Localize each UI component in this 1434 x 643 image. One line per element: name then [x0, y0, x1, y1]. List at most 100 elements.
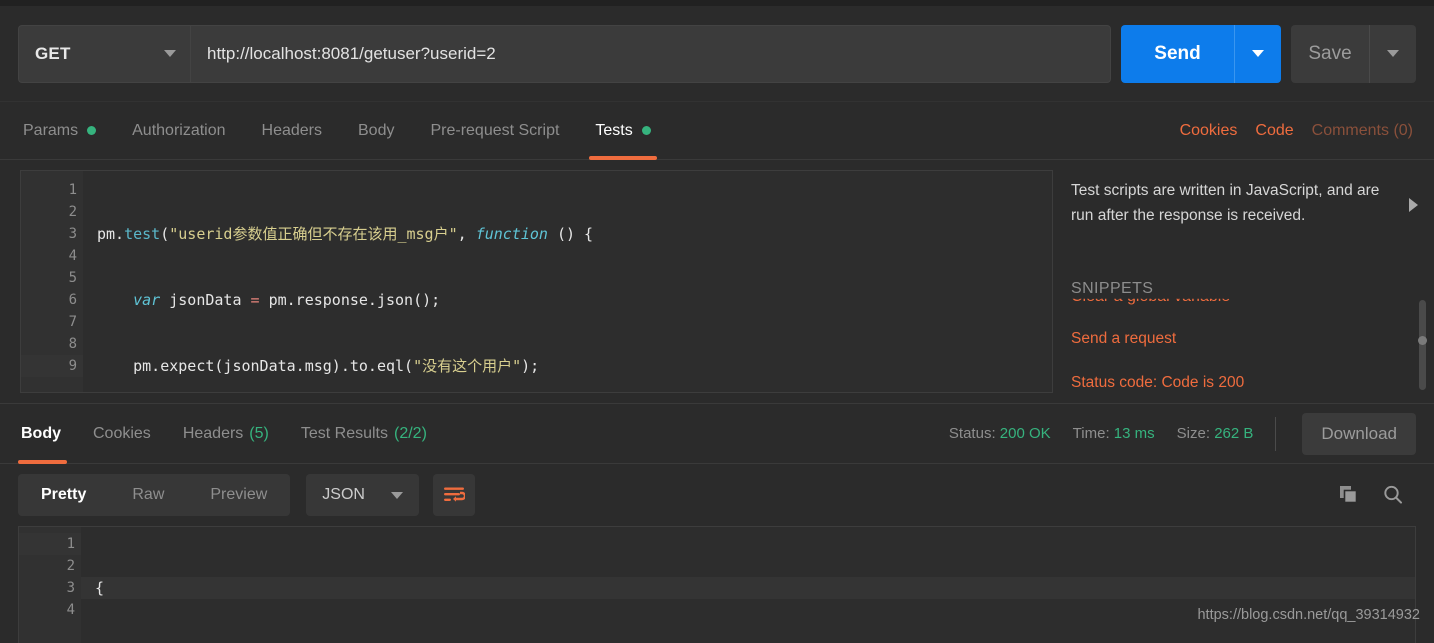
code-line: {	[81, 577, 1415, 599]
tab-pre-request-script[interactable]: Pre-request Script	[412, 102, 577, 159]
tests-editor-gutter: 1 2 3 4 5 6 7 8 9	[21, 171, 83, 392]
response-editor-gutter: 1 2 3 4	[19, 527, 81, 643]
save-options-button[interactable]	[1369, 24, 1416, 83]
response-body-toolbar: Pretty Raw Preview JSON	[0, 464, 1434, 526]
tab-label: Tests	[595, 121, 633, 139]
tab-label: Params	[23, 121, 79, 139]
word-wrap-button[interactable]	[432, 474, 475, 516]
tab-body[interactable]: Body	[340, 102, 412, 159]
request-url-bar: GET http://localhost:8081/getuser?userid…	[0, 6, 1434, 102]
snippets-heading: SNIPPETS	[1071, 280, 1154, 297]
chevron-down-icon	[1387, 50, 1399, 57]
line-number: 2	[66, 558, 75, 574]
response-tab-headers[interactable]: Headers (5)	[167, 404, 285, 463]
tab-label: Headers	[182, 424, 244, 442]
send-options-button[interactable]	[1234, 24, 1281, 83]
request-tab-bar: Params Authorization Headers Body Pre-re…	[0, 102, 1434, 160]
tab-label: Headers	[261, 121, 322, 139]
tests-help-text: Test scripts are written in JavaScript, …	[1071, 182, 1380, 224]
line-number: 3	[68, 226, 77, 242]
save-button[interactable]: Save	[1291, 24, 1369, 83]
tab-count: (5)	[249, 424, 269, 442]
chevron-down-icon	[1252, 50, 1264, 57]
snippets-panel: Test scripts are written in JavaScript, …	[1053, 170, 1434, 393]
save-button-group: Save	[1291, 24, 1416, 83]
request-tab-bar-actions: Cookies Code Comments (0)	[1180, 102, 1416, 159]
tab-headers[interactable]: Headers	[244, 102, 340, 159]
response-body-actions	[1338, 484, 1416, 506]
chevron-down-icon	[164, 50, 176, 57]
status-item: Status: 200 OK	[949, 425, 1051, 442]
postman-window: GET http://localhost:8081/getuser?userid…	[0, 0, 1434, 643]
response-meta: Status: 200 OK Time: 13 ms Size: 262 B D…	[949, 404, 1416, 463]
code-link[interactable]: Code	[1255, 122, 1293, 140]
line-number: 7	[68, 314, 77, 330]
snippets-scrollbar-thumb[interactable]	[1418, 336, 1427, 345]
tab-authorization[interactable]: Authorization	[114, 102, 243, 159]
copy-button[interactable]	[1338, 484, 1360, 506]
response-format-select[interactable]: JSON	[306, 474, 419, 516]
line-number: 3	[66, 580, 75, 596]
response-tab-cookies[interactable]: Cookies	[77, 404, 167, 463]
view-mode-segmented-control: Pretty Raw Preview	[18, 474, 291, 516]
snippets-scrollbar[interactable]	[1418, 300, 1427, 390]
time-value: 13 ms	[1113, 425, 1155, 442]
line-number: 1	[19, 533, 81, 555]
code-line: pm.test("userid参数值正确但不存在该用_msg户", functi…	[97, 225, 594, 243]
tests-code-editor[interactable]: 1 2 3 4 5 6 7 8 9 pm.test("userid参数值正确但不…	[20, 170, 1053, 393]
line-number: 4	[68, 248, 77, 264]
line-number: 5	[68, 270, 77, 286]
tests-editor-area: 1 2 3 4 5 6 7 8 9 pm.test("userid参数值正确但不…	[0, 160, 1434, 404]
divider	[1275, 416, 1277, 451]
code-line: var jsonData = pm.response.json();	[133, 291, 441, 309]
snippet-item-send-a-request[interactable]: Send a request	[1071, 330, 1176, 348]
line-number: 1	[68, 182, 77, 198]
code-line: pm.expect(jsonData.msg).to.eql("没有这个用户")…	[97, 357, 540, 375]
status-dot-icon	[641, 126, 651, 135]
tab-count: (2/2)	[394, 424, 427, 442]
line-number: 9	[21, 355, 83, 377]
response-editor-content[interactable]: { "code": 500, "msg": "没有这个用户" }	[81, 527, 1415, 643]
response-tab-test-results[interactable]: Test Results (2/2)	[285, 404, 443, 463]
status-dot-icon	[87, 126, 97, 135]
view-mode-raw[interactable]: Raw	[109, 474, 187, 516]
size-label: Size:	[1176, 425, 1211, 442]
send-button[interactable]: Send	[1121, 24, 1234, 83]
line-number: 2	[68, 204, 77, 220]
status-value: 200 OK	[999, 425, 1051, 442]
tests-editor-content[interactable]: pm.test("userid参数值正确但不存在该用_msg户", functi…	[83, 171, 1052, 392]
tab-label: Test Results	[300, 424, 388, 442]
response-format-label: JSON	[322, 486, 365, 503]
response-tab-body[interactable]: Body	[18, 404, 77, 464]
send-button-group: Send	[1121, 24, 1281, 83]
tab-label: Authorization	[132, 121, 226, 139]
line-number: 6	[68, 292, 77, 308]
cookies-link[interactable]: Cookies	[1180, 122, 1238, 140]
comments-link[interactable]: Comments (0)	[1312, 122, 1413, 140]
collapse-panel-arrow-icon[interactable]	[1409, 198, 1418, 212]
tab-tests[interactable]: Tests	[577, 102, 668, 160]
status-label: Status:	[948, 425, 996, 442]
chevron-down-icon	[390, 491, 403, 499]
tab-params[interactable]: Params	[18, 102, 114, 159]
http-method-label: GET	[35, 43, 71, 63]
tab-label: Body	[21, 424, 61, 442]
response-body-editor[interactable]: 1 2 3 4 { "code": 500, "msg": "没有这个用户" }	[18, 526, 1416, 643]
download-button[interactable]: Download	[1302, 412, 1416, 455]
copy-icon	[1340, 486, 1358, 504]
snippet-item-status-code[interactable]: Status code: Code is 200	[1071, 374, 1244, 392]
response-tab-bar: Body Cookies Headers (5) Test Results (2…	[0, 404, 1434, 464]
search-button[interactable]	[1382, 484, 1404, 506]
line-number: 8	[68, 336, 77, 352]
search-icon	[1384, 485, 1402, 504]
request-url-input[interactable]: http://localhost:8081/getuser?userid=2	[190, 24, 1111, 83]
view-mode-preview[interactable]: Preview	[187, 474, 290, 516]
tab-label: Body	[358, 121, 395, 139]
http-method-select[interactable]: GET	[18, 24, 190, 83]
time-item: Time: 13 ms	[1073, 425, 1155, 442]
size-value: 262 B	[1214, 425, 1254, 442]
word-wrap-icon	[443, 487, 465, 502]
tab-label: Pre-request Script	[430, 121, 560, 139]
view-mode-pretty[interactable]: Pretty	[18, 474, 109, 516]
size-item: Size: 262 B	[1177, 425, 1254, 442]
